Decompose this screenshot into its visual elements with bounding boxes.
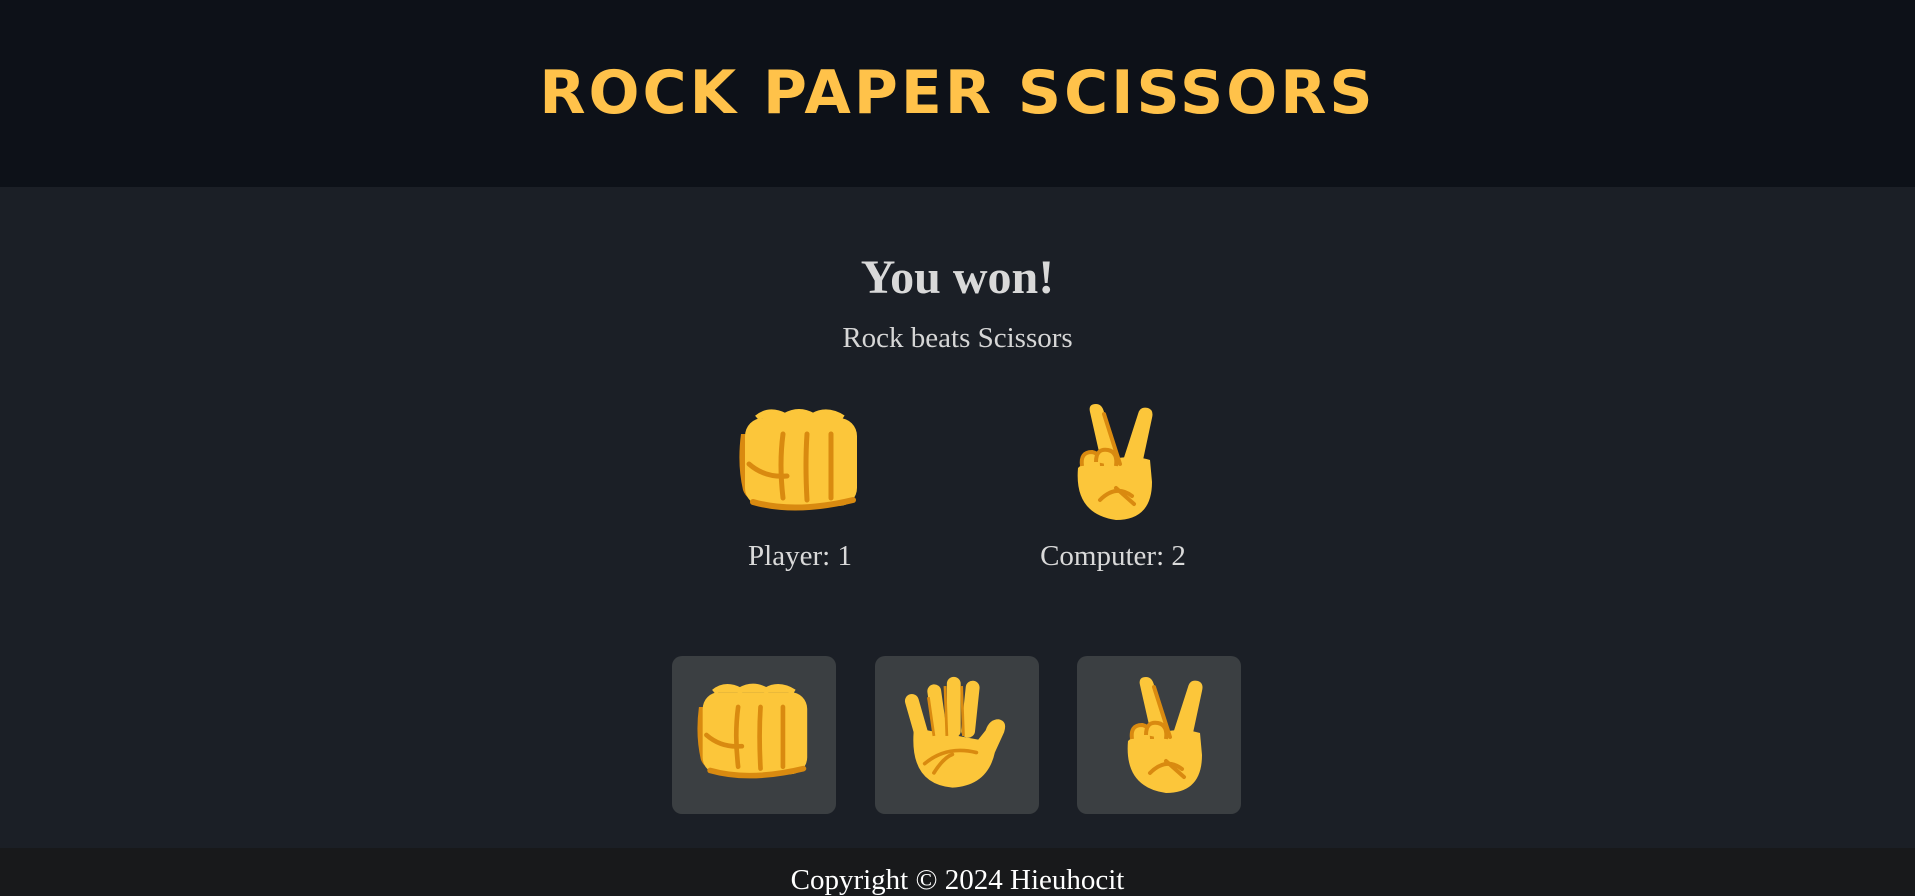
result-title: You won! — [860, 251, 1055, 304]
victory-hand-icon — [1125, 675, 1205, 795]
header: ROCK PAPER SCISSORS — [0, 0, 1915, 187]
game-area: You won! Rock beats Scissors Player: 1 C… — [0, 187, 1915, 848]
victory-hand-icon — [1075, 404, 1155, 522]
computer-score: Computer: 2 — [1040, 540, 1186, 572]
copyright-text: Copyright © 2024 Hieuhocit — [790, 864, 1125, 896]
result-detail: Rock beats Scissors — [842, 322, 1073, 354]
player-score: Player: 1 — [748, 540, 852, 572]
raised-hand-icon — [901, 674, 1007, 790]
rock-button[interactable] — [672, 656, 836, 814]
paper-button[interactable] — [875, 656, 1039, 814]
app-title: ROCK PAPER SCISSORS — [539, 57, 1376, 128]
scissors-button[interactable] — [1077, 656, 1241, 814]
fist-icon — [693, 679, 815, 791]
footer: Copyright © 2024 Hieuhocit — [0, 848, 1915, 896]
fist-icon — [735, 404, 865, 524]
